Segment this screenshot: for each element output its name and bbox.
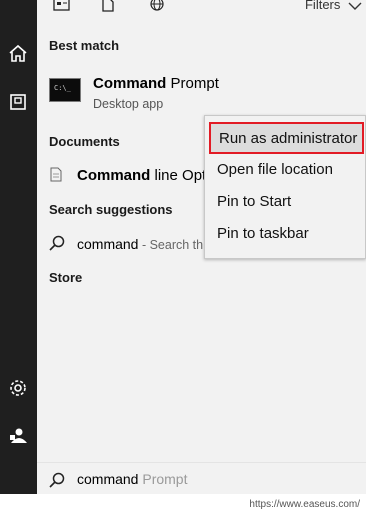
- filters-dropdown[interactable]: Filters: [305, 0, 362, 13]
- chevron-down-icon: [348, 0, 362, 13]
- home-icon[interactable]: [6, 42, 30, 66]
- document-title-match: Command: [77, 167, 151, 184]
- command-prompt-icon: C:\_: [49, 78, 81, 102]
- document-file-icon: [50, 167, 62, 182]
- app-title-rest: Prompt: [166, 75, 219, 92]
- search-typed-text: command: [77, 471, 139, 487]
- document-icon[interactable]: [101, 0, 119, 14]
- best-match-heading: Best match: [49, 38, 120, 53]
- user-icon[interactable]: [6, 424, 30, 448]
- left-navigation-rail: [0, 0, 37, 494]
- pin-to-taskbar-menu-item[interactable]: Pin to taskbar: [205, 218, 365, 250]
- web-icon[interactable]: [149, 0, 167, 14]
- command-prompt-icon-text: C:\_: [54, 84, 71, 92]
- search-completion-text: Prompt: [138, 471, 188, 487]
- pin-to-start-menu-item[interactable]: Pin to Start: [205, 186, 365, 218]
- watermark-url: https://www.easeus.com/: [249, 499, 360, 510]
- documents-icon[interactable]: [6, 90, 30, 114]
- settings-icon[interactable]: [6, 376, 30, 400]
- documents-heading: Documents: [49, 134, 120, 149]
- search-icon: [49, 472, 65, 488]
- search-suggestions-heading: Search suggestions: [49, 202, 173, 217]
- suggestion-hint: - Search th: [138, 238, 204, 252]
- search-input[interactable]: command Prompt: [77, 471, 187, 487]
- suggestion-text: command - Search th: [77, 236, 203, 252]
- open-file-location-menu-item[interactable]: Open file location: [205, 154, 365, 186]
- document-title-rest: line Opt: [150, 167, 207, 184]
- app-subtitle: Desktop app: [93, 97, 164, 111]
- app-title: Command Prompt: [93, 75, 219, 92]
- run-as-administrator-menu-item[interactable]: Run as administrator: [209, 122, 364, 154]
- search-box[interactable]: command Prompt: [37, 462, 366, 494]
- search-icon: [49, 235, 65, 251]
- apps-icon[interactable]: [53, 0, 71, 14]
- store-heading: Store: [49, 270, 83, 285]
- document-title: Command line Opt: [77, 167, 206, 184]
- suggestion-query: command: [77, 236, 139, 252]
- filters-label: Filters: [304, 0, 341, 12]
- app-title-match: Command: [93, 75, 167, 92]
- context-menu: Run as administrator Open file location …: [204, 115, 366, 259]
